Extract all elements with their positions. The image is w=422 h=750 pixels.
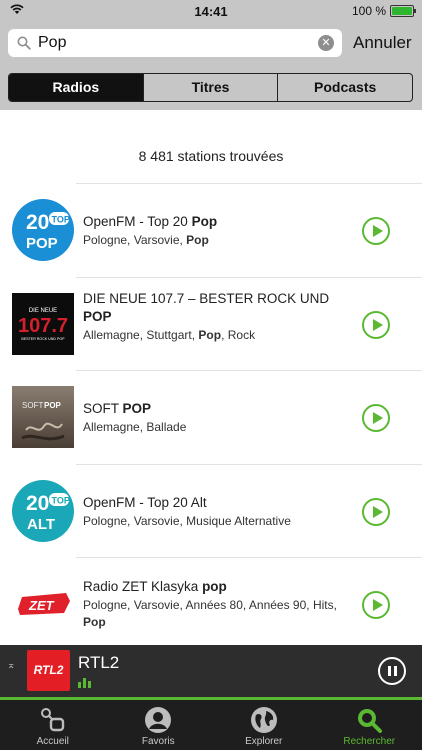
- chevron-up-icon[interactable]: ⌅: [7, 661, 15, 671]
- status-bar: 14:41 100 %: [0, 0, 422, 22]
- station-title: OpenFM - Top 20 Pop: [83, 214, 218, 229]
- station-meta: Allemagne, Ballade: [83, 420, 187, 434]
- tab-label: Explorer: [245, 736, 283, 747]
- station-title: DIE NEUE 107.7 – BESTER ROCK UND POP: [83, 290, 330, 324]
- station-row[interactable]: 20 TOP ALT OpenFM - Top 20 Alt Pologne, …: [0, 465, 422, 558]
- soft-pop-logo: SOFT POP: [12, 386, 74, 448]
- svg-text:20: 20: [26, 492, 49, 515]
- play-button[interactable]: [362, 404, 390, 432]
- tab-podcasts[interactable]: Podcasts: [277, 74, 412, 101]
- pause-button[interactable]: [378, 657, 406, 685]
- tab-accueil[interactable]: Accueil: [0, 700, 106, 750]
- now-playing-bar[interactable]: ⌅ RTL2 RTL2: [0, 645, 422, 697]
- station-row[interactable]: 20 TOP POP OpenFM - Top 20 Pop Pologne, …: [0, 184, 422, 278]
- station-title: SOFT POP: [83, 401, 152, 416]
- clear-search-icon[interactable]: ✕: [318, 35, 334, 51]
- search-header: ✕ Annuler Radios Titres Podcasts: [0, 22, 422, 110]
- svg-text:BESTER ROCK UND POP: BESTER ROCK UND POP: [21, 337, 65, 341]
- svg-text:TOP: TOP: [52, 495, 70, 505]
- svg-text:TOP: TOP: [52, 215, 70, 225]
- tab-radios[interactable]: Radios: [9, 74, 143, 101]
- play-button[interactable]: [362, 310, 390, 339]
- equalizer-icon: [78, 678, 91, 688]
- station-meta: Pologne, Varsovie, Musique Alternative: [83, 513, 291, 528]
- svg-text:DIE NEUE: DIE NEUE: [29, 308, 57, 314]
- svg-text:ALT: ALT: [27, 516, 55, 533]
- favorites-icon: [145, 707, 172, 733]
- svg-text:20: 20: [26, 211, 49, 234]
- home-icon: [40, 708, 64, 732]
- station-row[interactable]: SOFT POP SOFT POP Allemagne, Ballade: [0, 371, 422, 465]
- globe-icon: [250, 707, 277, 733]
- tab-label: Accueil: [36, 736, 69, 747]
- svg-text:ZET: ZET: [28, 598, 55, 613]
- openfm-top20-pop-logo: 20 TOP POP: [12, 199, 74, 261]
- now-playing-station: RTL2: [78, 653, 120, 672]
- station-meta: Pologne, Varsovie, Années 80, Années 90,…: [83, 598, 337, 629]
- search-icon: [17, 36, 31, 50]
- play-button[interactable]: [362, 497, 390, 526]
- svg-text:POP: POP: [44, 401, 62, 410]
- station-row[interactable]: ZET Radio ZET Klasyka pop Pologne, Varso…: [0, 558, 422, 645]
- tab-bar: Accueil Favoris Explorer Rechercher: [0, 700, 422, 750]
- svg-text:107.7: 107.7: [18, 315, 68, 337]
- rtl2-logo: RTL2: [27, 650, 70, 691]
- radio-zet-logo: ZET: [12, 573, 74, 635]
- tab-favoris[interactable]: Favoris: [106, 700, 212, 750]
- play-button[interactable]: [362, 217, 390, 245]
- search-input[interactable]: [38, 33, 308, 53]
- battery-icon: [390, 5, 416, 17]
- tab-rechercher[interactable]: Rechercher: [317, 700, 422, 750]
- tab-label: Rechercher: [343, 736, 396, 747]
- search-box[interactable]: ✕: [8, 29, 342, 57]
- tab-titres[interactable]: Titres: [142, 74, 278, 101]
- segmented-control: Radios Titres Podcasts: [8, 73, 413, 102]
- station-meta: Pologne, Varsovie, Pop: [83, 233, 209, 247]
- station-list: 20 TOP POP OpenFM - Top 20 Pop Pologne, …: [0, 184, 422, 645]
- svg-text:SOFT: SOFT: [22, 401, 43, 410]
- tab-explorer[interactable]: Explorer: [211, 700, 317, 750]
- play-button[interactable]: [362, 591, 390, 619]
- station-title: OpenFM - Top 20 Alt: [83, 494, 207, 510]
- die-neue-107-7-logo: DIE NEUE 107.7 BESTER ROCK UND POP: [12, 292, 74, 355]
- svg-text:POP: POP: [26, 235, 58, 252]
- tab-label: Favoris: [141, 736, 175, 747]
- openfm-top20-alt-logo: 20 TOP ALT: [12, 479, 74, 542]
- search-icon: [358, 709, 383, 733]
- battery-percent: 100 %: [351, 4, 386, 18]
- station-title: Radio ZET Klasyka pop: [83, 579, 227, 594]
- station-row[interactable]: DIE NEUE 107.7 BESTER ROCK UND POP DIE N…: [0, 278, 422, 371]
- cancel-button[interactable]: Annuler: [353, 33, 412, 53]
- results-count: 8 481 stations trouvées: [138, 148, 284, 164]
- station-meta: Allemagne, Stuttgart, Pop, Rock: [83, 327, 256, 342]
